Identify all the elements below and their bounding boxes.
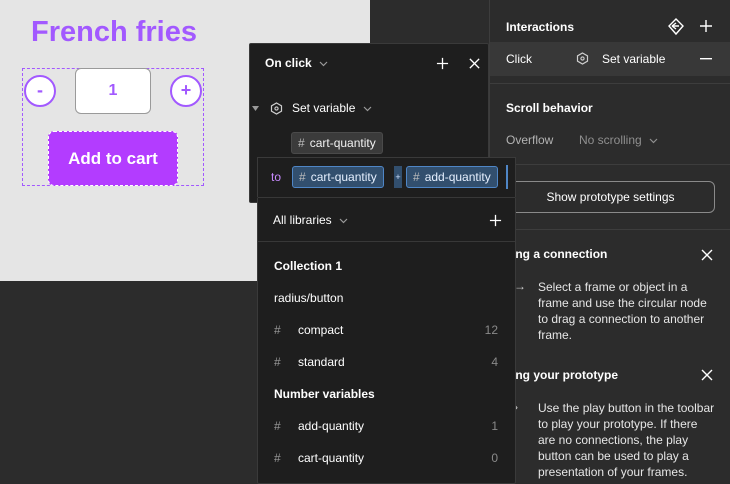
decrease-button[interactable]: -	[24, 75, 56, 107]
variable-name: compact	[298, 323, 344, 337]
action-value: Set variable	[292, 101, 356, 115]
interaction-row[interactable]: Click Set variable	[490, 42, 730, 76]
variable-value: 12	[484, 323, 498, 337]
operator-label[interactable]: +	[394, 166, 402, 188]
list-item[interactable]: # standard 4	[258, 346, 515, 378]
divider	[258, 241, 515, 242]
text-cursor	[506, 165, 508, 189]
divider	[490, 229, 730, 230]
list-item[interactable]: # compact 12	[258, 314, 515, 346]
chevron-down-icon	[363, 106, 372, 112]
divider	[490, 164, 730, 165]
close-icon[interactable]	[700, 248, 714, 262]
hash-icon: #	[413, 170, 420, 184]
overflow-value: No scrolling	[579, 133, 642, 147]
action-select[interactable]: Set variable	[292, 101, 372, 115]
scroll-behavior-title: Scroll behavior	[506, 101, 593, 115]
overflow-select[interactable]: No scrolling	[579, 133, 658, 147]
help-prototype-text: Use the play button in the toolbar to pl…	[538, 401, 715, 479]
to-label: to	[271, 170, 282, 184]
add-to-cart-button[interactable]: Add to cart	[48, 131, 178, 186]
library-select[interactable]: All libraries	[273, 213, 348, 227]
minus-icon[interactable]	[700, 58, 712, 60]
expression-right-chip[interactable]: # add-quantity	[406, 166, 498, 188]
increase-button[interactable]: +	[170, 75, 202, 107]
product-title[interactable]: French fries	[31, 16, 197, 49]
hash-icon: #	[298, 136, 305, 150]
help-connection-text: Select a frame or object in a frame and …	[538, 280, 707, 342]
target-variable-chip[interactable]: # cart-quantity	[291, 132, 383, 154]
hash-icon: #	[274, 451, 281, 465]
plus-icon[interactable]	[699, 19, 713, 33]
divider	[258, 197, 515, 198]
on-click-title: On click	[265, 56, 312, 70]
group-title: radius/button	[274, 291, 344, 305]
trigger-select[interactable]: On click	[265, 56, 328, 70]
trigger-label: Click	[506, 52, 532, 66]
overflow-label: Overflow	[506, 133, 554, 147]
action-label: Set variable	[602, 52, 666, 66]
show-prototype-settings-button[interactable]: Show prototype settings	[506, 181, 715, 213]
expression-right-label: add-quantity	[424, 170, 491, 184]
variable-icon	[576, 52, 589, 65]
chevron-down-icon	[649, 138, 658, 144]
expression-left-chip[interactable]: # cart-quantity	[292, 166, 384, 188]
expression-left-label: cart-quantity	[310, 170, 377, 184]
plus-icon[interactable]	[436, 57, 449, 70]
number-variables-title: Number variables	[274, 387, 375, 401]
variable-name: add-quantity	[298, 419, 365, 433]
plus-icon[interactable]	[489, 214, 502, 227]
properties-panel: Interactions Click Set variable Scroll b…	[489, 0, 730, 484]
variable-icon	[270, 102, 283, 115]
close-icon[interactable]	[700, 368, 714, 382]
variable-name: cart-quantity	[298, 451, 365, 465]
collection-title: Collection 1	[274, 259, 343, 273]
chevron-down-icon	[339, 218, 348, 224]
variable-value: 1	[491, 419, 498, 433]
chevron-down-icon	[319, 61, 328, 67]
variables-dropdown: All libraries Collection 1 radius/button…	[257, 197, 516, 484]
divider	[490, 83, 730, 84]
hash-icon: #	[274, 323, 281, 337]
close-icon[interactable]	[468, 57, 481, 70]
variable-value: 0	[491, 451, 498, 465]
hash-icon: #	[274, 355, 281, 369]
expression-row: to # cart-quantity + # add-quantity	[257, 157, 516, 197]
quantity-field[interactable]: 1	[75, 68, 151, 114]
list-item[interactable]: # add-quantity 1	[258, 410, 515, 442]
interactions-title: Interactions	[506, 20, 575, 34]
variable-name: standard	[298, 355, 345, 369]
interactions-icon[interactable]	[666, 17, 686, 37]
library-scope-label: All libraries	[273, 213, 332, 227]
variable-value: 4	[491, 355, 498, 369]
list-item[interactable]: # cart-quantity 0	[258, 442, 515, 474]
caret-down-icon[interactable]	[252, 106, 259, 112]
hash-icon: #	[299, 170, 306, 184]
target-variable-label: cart-quantity	[309, 136, 376, 150]
hash-icon: #	[274, 419, 281, 433]
